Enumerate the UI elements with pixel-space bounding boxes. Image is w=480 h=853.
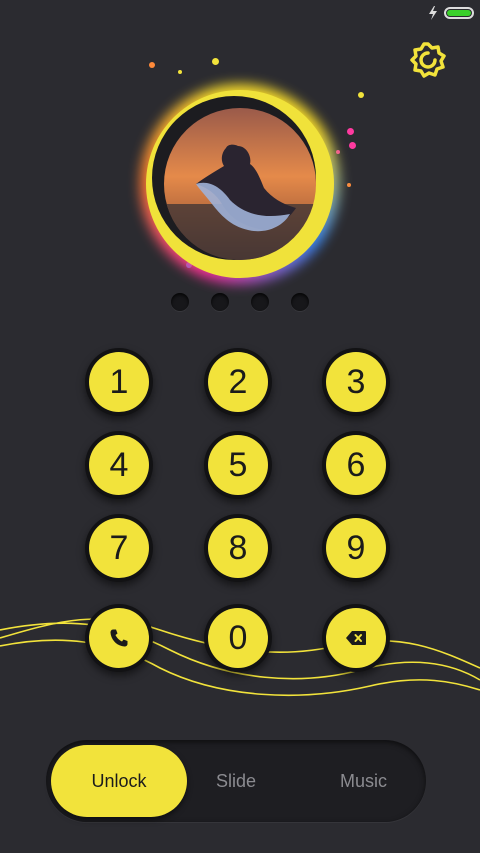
tab-music[interactable]: Music (301, 745, 426, 817)
pin-dot (211, 293, 229, 311)
key-label: 5 (208, 435, 268, 495)
confetti-dot (149, 62, 155, 68)
confetti-dot (212, 58, 219, 65)
delete-button[interactable] (322, 604, 390, 672)
keypad-key-3[interactable]: 3 (322, 348, 390, 416)
confetti-dot (347, 183, 351, 187)
backspace-icon (346, 631, 366, 645)
battery-fill (447, 10, 471, 16)
key-label: 2 (208, 352, 268, 412)
keypad-key-2[interactable]: 2 (204, 348, 272, 416)
key-label: 3 (326, 352, 386, 412)
keypad-key-0[interactable]: 0 (204, 604, 272, 672)
key-label: 1 (89, 352, 149, 412)
bolt-icon (429, 6, 437, 20)
confetti-dot (358, 92, 364, 98)
confetti-dot (178, 70, 182, 74)
keypad-key-7[interactable]: 7 (85, 514, 153, 582)
confetti-dot (349, 142, 356, 149)
key-label: 4 (89, 435, 149, 495)
keypad-key-4[interactable]: 4 (85, 431, 153, 499)
pin-dot (291, 293, 309, 311)
keypad-key-5[interactable]: 5 (204, 431, 272, 499)
key-label: 8 (208, 518, 268, 578)
keypad-key-8[interactable]: 8 (204, 514, 272, 582)
pin-dot (171, 293, 189, 311)
keypad-key-1[interactable]: 1 (85, 348, 153, 416)
confetti-dot (347, 128, 354, 135)
tab-slide[interactable]: Slide (176, 745, 296, 817)
tab-unlock[interactable]: Unlock (51, 745, 187, 817)
call-button-face (89, 608, 149, 668)
key-label: 9 (326, 518, 386, 578)
phone-icon (110, 629, 128, 647)
key-label: 0 (208, 608, 268, 668)
keypad-key-6[interactable]: 6 (322, 431, 390, 499)
pin-dot (251, 293, 269, 311)
pin-indicator (0, 293, 480, 311)
key-label: 6 (326, 435, 386, 495)
key-label: 7 (89, 518, 149, 578)
mode-tab-bar: Unlock Slide Music (46, 740, 426, 822)
profile-avatar (140, 84, 340, 284)
battery-icon (444, 7, 474, 19)
gear-icon[interactable] (408, 40, 448, 80)
delete-button-face (326, 608, 386, 668)
call-button[interactable] (85, 604, 153, 672)
keypad-key-9[interactable]: 9 (322, 514, 390, 582)
status-bar (428, 4, 474, 22)
profile-photo (164, 108, 316, 260)
